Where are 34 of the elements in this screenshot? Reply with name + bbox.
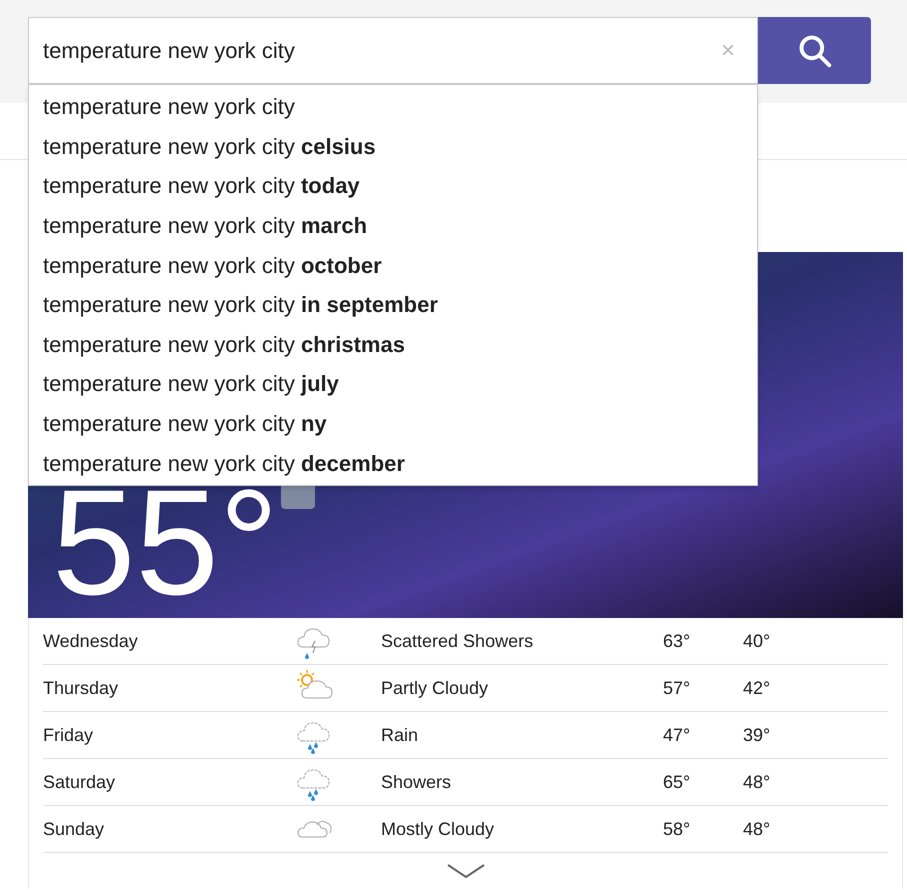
suggestion-item[interactable]: temperature new york city bbox=[29, 87, 757, 127]
suggestion-item[interactable]: temperature new york city december bbox=[29, 443, 757, 483]
suggestion-item[interactable]: temperature new york city celsius bbox=[29, 126, 757, 166]
suggestion-item[interactable]: temperature new york city july bbox=[29, 364, 757, 404]
search-button[interactable] bbox=[758, 17, 871, 84]
high-temperature: 58° bbox=[663, 818, 692, 840]
suggestion-item[interactable]: temperature new york city october bbox=[29, 245, 757, 285]
suggestion-item[interactable]: temperature new york city in september bbox=[29, 284, 757, 325]
condition-label: Showers bbox=[381, 770, 452, 794]
condition-label: Mostly Cloudy bbox=[381, 818, 496, 841]
day-label: Sunday bbox=[43, 818, 106, 841]
day-label: Thursday bbox=[43, 676, 120, 700]
suggestion-item[interactable]: temperature new york city christmas bbox=[29, 324, 757, 364]
day-label: Friday bbox=[43, 724, 94, 747]
condition-label: Rain bbox=[381, 724, 420, 746]
low-temperature: 48° bbox=[743, 818, 770, 840]
low-temperature: 40° bbox=[743, 630, 770, 652]
day-label: Saturday bbox=[43, 770, 116, 794]
suggestion-item[interactable]: temperature new york city today bbox=[29, 166, 757, 206]
suggestion-item[interactable]: temperature new york city ny bbox=[29, 404, 757, 444]
low-temperature: 48° bbox=[743, 770, 770, 794]
search-field[interactable]: temperature new york city × bbox=[28, 17, 758, 84]
high-temperature: 63° bbox=[663, 630, 692, 652]
high-temperature: 47° bbox=[663, 724, 692, 746]
chevron-down-icon[interactable] bbox=[446, 864, 484, 878]
low-temperature: 39° bbox=[743, 724, 770, 746]
condition-label: Scattered Showers bbox=[381, 630, 534, 652]
condition-label: Partly Cloudy bbox=[381, 676, 490, 700]
search-text: temperature new york city bbox=[43, 37, 296, 65]
low-temperature: 42° bbox=[743, 676, 770, 700]
high-temperature: 57° bbox=[663, 676, 692, 700]
day-label: Wednesday bbox=[43, 630, 139, 653]
suggestion-item[interactable]: temperature new york city march bbox=[29, 206, 757, 246]
high-temperature: 65° bbox=[663, 770, 692, 794]
